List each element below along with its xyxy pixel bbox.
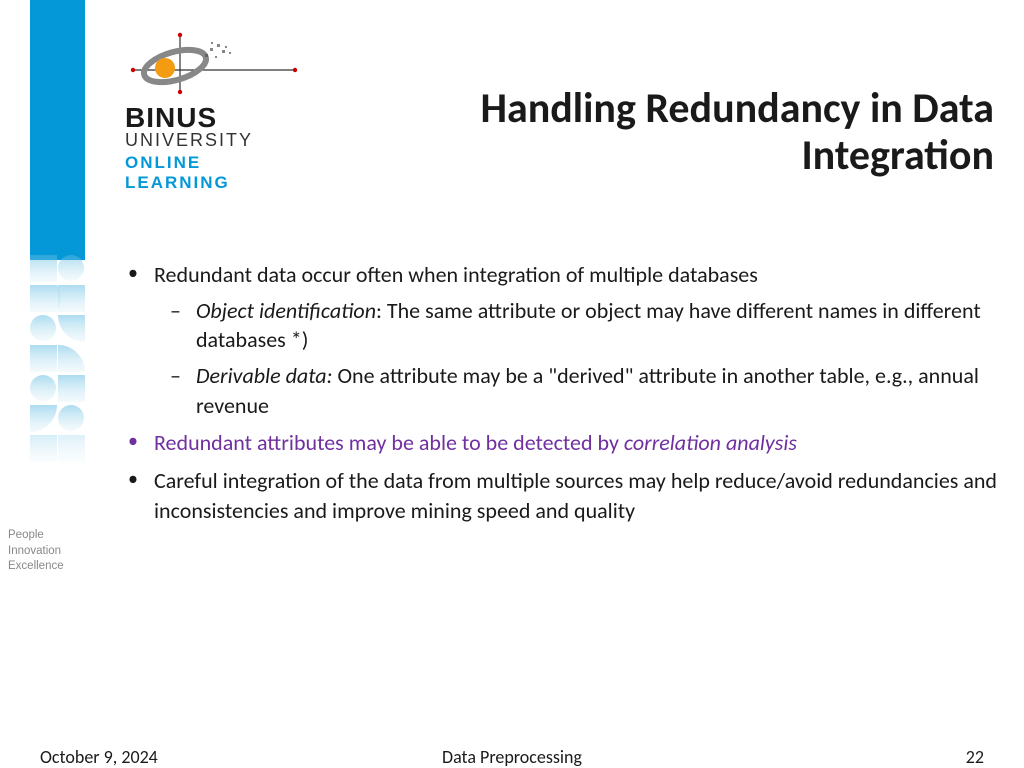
bullet-1b: Derivable data: One attribute may be a "… [154, 361, 1002, 420]
footer-topic: Data Preprocessing [0, 746, 1024, 768]
logo-text: BINUS UNIVERSITY ONLINE LEARNING [125, 102, 335, 193]
footer-page: 22 [966, 746, 984, 768]
bullet-3: Careful integration of the data from mul… [112, 466, 1002, 525]
slide-title: Handling Redundancy in Data Integration [394, 85, 994, 179]
tagline-2: Innovation [8, 544, 64, 560]
bullet-1a-em: Object identification [196, 297, 376, 324]
blue-pattern [30, 255, 85, 465]
blue-strip [30, 0, 85, 260]
bullet-2-em: correlation analysis [624, 429, 797, 456]
left-sidebar: People Innovation Excellence [0, 0, 100, 768]
bullet-1a: Object identification: The same attribut… [154, 296, 1002, 355]
logo-line4: LEARNING [125, 173, 335, 193]
bullet-2: Redundant attributes may be able to be d… [112, 428, 1002, 458]
tagline-1: People [8, 528, 64, 544]
logo-line3: ONLINE [125, 153, 335, 173]
logo-mark-icon [125, 30, 305, 100]
bullet-1b-em: Derivable data: [196, 362, 332, 389]
university-logo: BINUS UNIVERSITY ONLINE LEARNING [125, 30, 335, 193]
bullet-1-text: Redundant data occur often when integrat… [154, 261, 758, 288]
bullet-3-text: Careful integration of the data from mul… [154, 467, 997, 524]
bullet-1: Redundant data occur often when integrat… [112, 260, 1002, 420]
tagline: People Innovation Excellence [8, 528, 64, 575]
bullet-2-pre: Redundant attributes may be able to be d… [154, 429, 624, 456]
logo-line2: UNIVERSITY [125, 130, 335, 151]
slide-content: Redundant data occur often when integrat… [112, 260, 1002, 534]
tagline-3: Excellence [8, 559, 64, 575]
